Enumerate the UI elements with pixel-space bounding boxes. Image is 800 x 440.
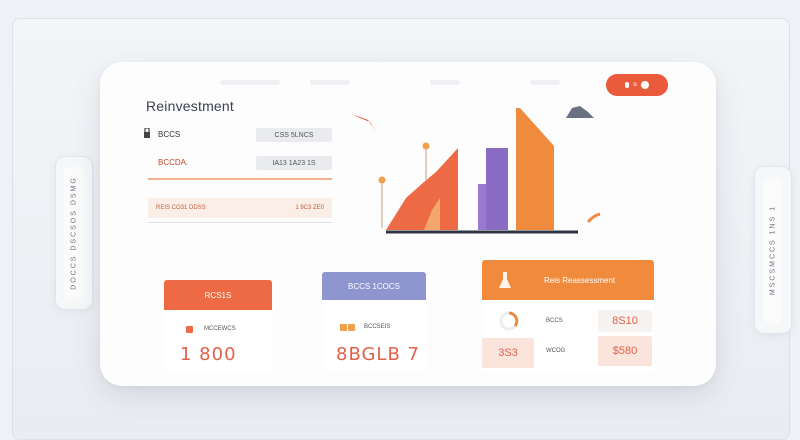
flask-icon bbox=[499, 272, 511, 288]
form-highlight-value: 1 9C3 ZE0 bbox=[295, 205, 324, 211]
placeholder-bar bbox=[220, 80, 280, 85]
chart-illustration bbox=[352, 106, 600, 234]
right-side-widget-panel: MSCSMCCS 1NS 1 bbox=[763, 177, 783, 323]
stat-card-value: 8BGLB 7 bbox=[336, 344, 420, 365]
lock-icon bbox=[144, 128, 150, 138]
main-card: Reinvestment o BCCS CSS 5LNCS BCCDA. IA1… bbox=[100, 62, 716, 386]
panel-header: Reis Reassessment bbox=[482, 260, 654, 300]
toggle-knob bbox=[640, 81, 649, 89]
right-side-widget: MSCSMCCS 1NS 1 bbox=[754, 166, 792, 334]
stat-card-header: RCS1S bbox=[164, 280, 272, 310]
cloud-icon bbox=[566, 106, 594, 118]
stat-card-item-label: BCCSEIS bbox=[364, 324, 391, 330]
reassessment-panel: Reis Reassessment BCCS 8S10 3S3 WCOG $58… bbox=[482, 260, 654, 372]
right-side-widget-text: MSCSMCCS 1NS 1 bbox=[769, 204, 777, 296]
form-row1-label: BCCS bbox=[158, 130, 181, 139]
donut-icon bbox=[499, 311, 519, 331]
stat-card-swatch bbox=[186, 326, 193, 333]
left-side-widget-text: DOCCS DSCSOS DSMG bbox=[70, 176, 78, 290]
left-side-widget-panel: DOCCS DSCSOS DSMG bbox=[64, 167, 84, 299]
stat-card-value: 1 800 bbox=[180, 344, 237, 365]
page-title: Reinvestment bbox=[146, 98, 234, 114]
placeholder-bar bbox=[310, 80, 350, 85]
arrow-icon bbox=[352, 114, 376, 132]
stat-card[interactable]: BCCS 1COCS BCCSEIS 8BGLB 7 bbox=[322, 272, 426, 370]
placeholder-bar bbox=[530, 80, 560, 85]
stat-card-swatch bbox=[348, 324, 355, 331]
table-row-value: 8S10 bbox=[598, 310, 652, 332]
table-row-label: BCCS bbox=[546, 318, 563, 324]
form-highlight-row[interactable]: REIS CO31 DDSS 1 9C3 ZE0 bbox=[148, 198, 332, 218]
placeholder-bar bbox=[430, 80, 460, 85]
stat-card-header: BCCS 1COCS bbox=[322, 272, 426, 300]
form-row2-value[interactable]: IA13 1A23 1S bbox=[256, 156, 332, 170]
toggle-status-icon bbox=[625, 82, 630, 88]
table-row-value: $580 bbox=[598, 336, 652, 366]
stat-card[interactable]: RCS1S MCCEWCS 1 800 bbox=[164, 280, 272, 372]
form-divider bbox=[148, 178, 332, 180]
toggle-label: o bbox=[633, 82, 637, 88]
form-row2-label: BCCDA. bbox=[158, 158, 189, 167]
form-bottom-rule bbox=[148, 222, 332, 223]
form-highlight-label: REIS CO31 DDSS bbox=[156, 205, 206, 211]
table-row-label: WCOG bbox=[546, 348, 566, 354]
table-footer-value: 3S3 bbox=[482, 338, 534, 368]
status-toggle[interactable]: o bbox=[606, 74, 668, 96]
form-row1-value[interactable]: CSS 5LNCS bbox=[256, 128, 332, 142]
stat-card-item-label: MCCEWCS bbox=[204, 326, 236, 332]
stat-card-swatch bbox=[340, 324, 347, 331]
panel-title: Reis Reassessment bbox=[544, 275, 616, 285]
left-side-widget: DOCCS DSCSOS DSMG bbox=[55, 156, 93, 310]
